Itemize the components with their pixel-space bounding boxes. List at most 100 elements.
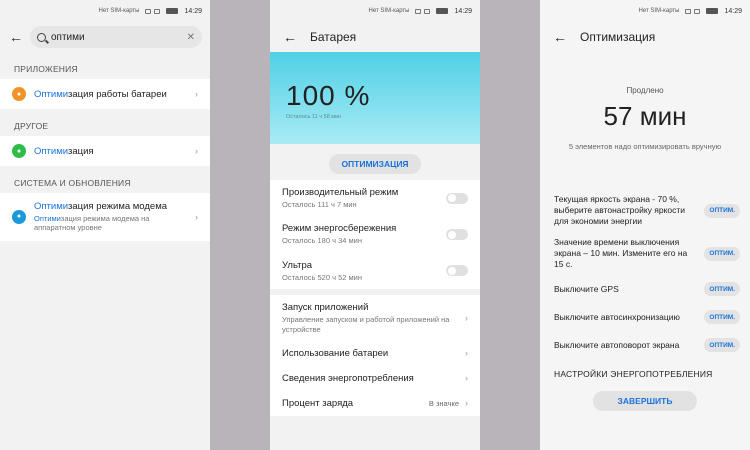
optimization-item-text: Выключите автосинхронизацию — [554, 311, 680, 322]
apps-icon: ● — [12, 87, 26, 101]
result-title-rest: зация режима модема — [68, 201, 168, 212]
wifi-icon — [154, 8, 161, 14]
clear-icon[interactable]: ✕ — [187, 32, 195, 43]
section-label: СИСТЕМА И ОБНОВЛЕНИЯ — [14, 178, 131, 188]
battery-status-icon — [166, 8, 179, 14]
battery-percent: 100 % — [286, 80, 371, 111]
battery-status-icon — [706, 8, 719, 14]
link-subtitle: Управление запуском и работой приложений… — [282, 315, 450, 334]
back-arrow-icon[interactable]: ← — [8, 29, 24, 45]
match-highlight: Оптими — [34, 145, 69, 157]
mode-title: Ультра — [282, 259, 313, 271]
link-title: Запуск приложений — [282, 302, 369, 314]
sim-icon — [415, 8, 422, 14]
info-icon: ● — [12, 209, 26, 224]
wifi-icon — [694, 8, 701, 14]
extended-time: 57 мин — [603, 101, 687, 131]
energy-settings-link[interactable]: НАСТРОЙКИ ЭНЕРГОПОТРЕБЛЕНИЯ — [540, 359, 750, 387]
settings-link-row[interactable]: Сведения энергопотребления › — [270, 366, 480, 391]
search-result[interactable]: ● Оптимизация работы батареи › — [0, 79, 210, 109]
chevron-right-icon: › — [195, 211, 198, 222]
mode-remaining: Осталось 520 ч 52 мин — [282, 272, 362, 282]
status-bar: Нет SIM-карты 14:29 — [540, 0, 750, 22]
optimization-items: Текущая яркость экрана - 70 %, выберите … — [540, 189, 750, 359]
extended-label: Продлено — [626, 86, 664, 95]
result-title-rest: зация работы батареи — [68, 88, 167, 100]
status-bar: Нет SIM-карты 14:29 — [0, 0, 210, 22]
wifi-icon — [424, 8, 431, 14]
chevron-right-icon: › — [195, 146, 198, 156]
search-result[interactable]: ● Оптимизация › — [0, 136, 210, 166]
optimization-item-text: Текущая яркость экрана - 70 %, выберите … — [554, 194, 686, 227]
optimize-item-button[interactable]: ОПТИМ. — [704, 338, 740, 353]
finish-button[interactable]: ЗАВЕРШИТЬ — [593, 391, 697, 412]
optimize-button[interactable]: ОПТИМИЗАЦИЯ — [329, 154, 421, 174]
search-input[interactable] — [51, 31, 182, 43]
optimize-item-button[interactable]: ОПТИМ. — [704, 282, 740, 297]
page-title: Оптимизация — [580, 30, 656, 44]
search-icon — [37, 32, 46, 42]
mode-list: Производительный режим Осталось 111 ч 7 м… — [270, 180, 480, 290]
chevron-right-icon: › — [465, 373, 468, 384]
page-title: Батарея — [310, 30, 357, 44]
mode-toggle[interactable] — [446, 229, 468, 241]
mode-row[interactable]: Ультра Осталось 520 ч 52 мин — [270, 253, 480, 289]
link-body: Использование батареи — [282, 348, 459, 359]
sim-status: Нет SIM-карты — [638, 8, 680, 14]
battery-remaining: Осталось 11 ч 58 мин — [286, 114, 342, 120]
optimization-item: Выключите автосинхронизацию ОПТИМ. — [540, 303, 750, 331]
mode-toggle[interactable] — [446, 192, 468, 204]
mode-row[interactable]: Режим энергосбережения Осталось 180 ч 34 … — [270, 216, 480, 252]
battery-icon: ● — [12, 144, 26, 158]
settings-link-row[interactable]: Использование батареи › — [270, 341, 480, 366]
section-label: ДРУГОЕ — [14, 121, 49, 131]
search-result-text: Оптимизация работы батареи — [34, 89, 187, 100]
link-body: Запуск приложений Управление запуском и р… — [282, 302, 459, 334]
optimization-item: Значение времени выключения экрана – 10 … — [540, 232, 750, 275]
battery-hero: 100 % Осталось 11 ч 58 мин — [270, 52, 480, 144]
link-title: Использование батареи — [282, 347, 389, 359]
search-result[interactable]: ● Оптимизация режима модема Оптимизация ре… — [0, 193, 210, 241]
search-box[interactable]: ✕ — [30, 26, 202, 48]
battery-status-icon — [436, 8, 449, 14]
match-highlight: Оптими — [34, 88, 69, 100]
manual-note: 5 элементов надо оптимизировать вручную — [568, 142, 722, 151]
mode-body: Ультра Осталось 520 ч 52 мин — [282, 260, 440, 282]
mode-row[interactable]: Производительный режим Осталось 111 ч 7 м… — [270, 180, 480, 216]
optimize-item-button[interactable]: ОПТИМ. — [704, 310, 740, 325]
settings-link-row[interactable]: Запуск приложений Управление запуском и р… — [270, 295, 480, 341]
status-bar: Нет SIM-карты 14:29 — [270, 0, 480, 22]
back-arrow-icon[interactable]: ← — [552, 29, 568, 45]
mode-title: Режим энергосбережения — [282, 223, 397, 235]
optimize-item-button[interactable]: ОПТИМ. — [704, 203, 740, 218]
status-time: 14:29 — [454, 7, 472, 15]
optimization-item-text: Выключите автоповорот экрана — [554, 339, 680, 350]
optimization-item-text: Выключите GPS — [554, 283, 619, 294]
optimization-item: Текущая яркость экрана - 70 %, выберите … — [540, 189, 750, 232]
search-result-text: Оптимизация режима модема Оптимизация реж… — [34, 201, 187, 233]
chevron-right-icon: › — [465, 313, 468, 323]
status-time: 14:29 — [184, 7, 202, 15]
charge-percent-row[interactable]: Процент заряда В значке › — [270, 391, 480, 416]
sim-status: Нет SIM-карты — [98, 8, 140, 14]
back-arrow-icon[interactable]: ← — [282, 29, 298, 45]
search-result-text: Оптимизация — [34, 146, 187, 157]
optimize-item-button[interactable]: ОПТИМ. — [704, 246, 740, 261]
optimization-item: Выключите GPS ОПТИМ. — [540, 275, 750, 303]
mode-toggle[interactable] — [446, 265, 468, 277]
optimization-item: Выключите автоповорот экрана ОПТИМ. — [540, 331, 750, 359]
match-highlight: Оптими — [34, 201, 69, 212]
sim-icon — [685, 8, 692, 14]
chevron-right-icon: › — [465, 398, 468, 409]
sim-status: Нет SIM-карты — [368, 8, 410, 14]
battery-screen: Нет SIM-карты 14:29 ← Батарея 100 % Оста… — [270, 0, 480, 450]
mode-body: Режим энергосбережения Осталось 180 ч 34 … — [282, 223, 440, 245]
optimization-item-text: Значение времени выключения экрана – 10 … — [554, 237, 688, 270]
mode-remaining: Осталось 180 ч 34 мин — [282, 236, 362, 246]
charge-value: В значке — [428, 398, 459, 408]
charge-title: Процент заряда — [282, 397, 354, 409]
search-screen: Нет SIM-карты 14:29 ← ✕ ПРИЛОЖЕНИЯ ● Оптим… — [0, 0, 210, 450]
link-title: Сведения энергопотребления — [282, 372, 414, 384]
section-label: ПРИЛОЖЕНИЯ — [14, 64, 78, 74]
mode-title: Производительный режим — [282, 187, 399, 198]
